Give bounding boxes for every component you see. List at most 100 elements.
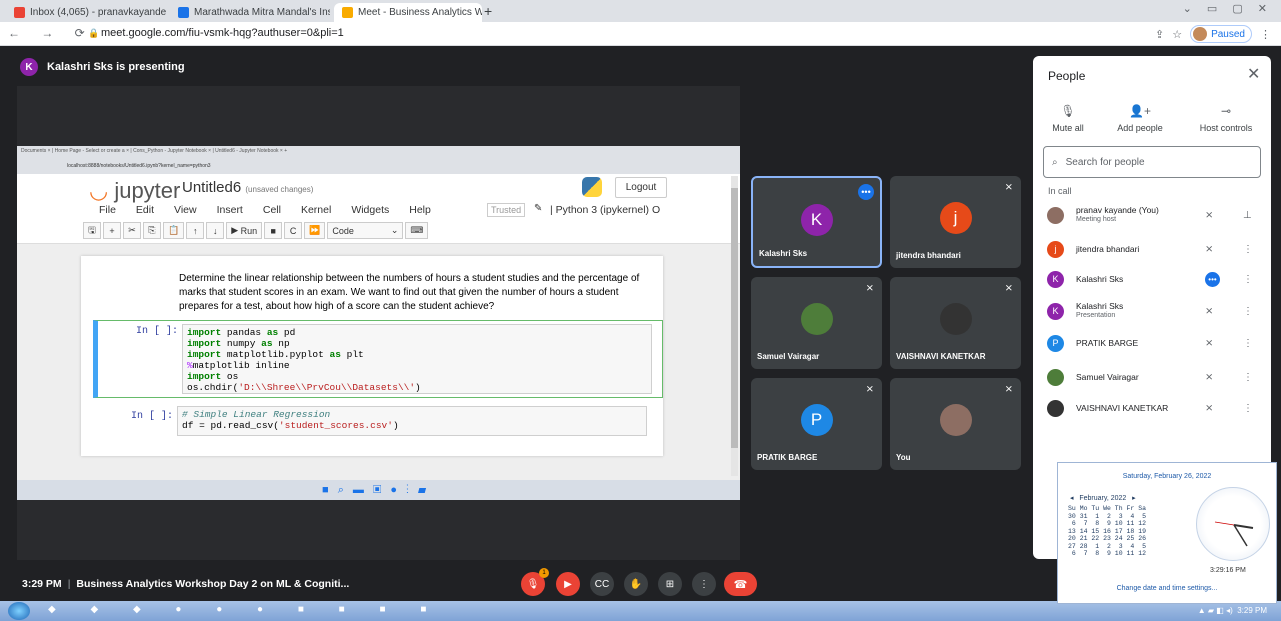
- more-options-button[interactable]: ⋮: [692, 572, 716, 596]
- more-icon[interactable]: ⋮: [1243, 274, 1253, 285]
- python-logo-icon: [582, 177, 602, 197]
- jupyter-toolbar: 🖫 + ✂ ⎘ 📋 ↑ ↓ ▶ Run ■ C ⏩ Code ⌄ ⌨: [83, 222, 429, 239]
- camera-off-button[interactable]: ▶: [556, 572, 580, 596]
- more-icon[interactable]: ⋮: [1260, 28, 1271, 41]
- end-call-button[interactable]: ☎: [724, 572, 757, 596]
- list-item[interactable]: P PRATIK BARGE ⨯ ⋮: [1047, 330, 1259, 356]
- present-button[interactable]: ⊞: [658, 572, 682, 596]
- more-options-icon[interactable]: •••: [858, 184, 874, 200]
- more-icon[interactable]: ⋮: [1243, 306, 1253, 317]
- window-controls[interactable]: ⌄ ▭ ▢ ✕: [1183, 2, 1273, 15]
- lock-icon[interactable]: 🔒: [88, 28, 99, 39]
- logout-button: Logout: [615, 177, 667, 198]
- more-options-icon[interactable]: •••: [1205, 271, 1220, 287]
- avatar: [1047, 399, 1064, 417]
- markdown-cell: Determine the linear relationship betwee…: [179, 273, 640, 312]
- calendar-month: ◂ February, 2022 ▸: [1070, 495, 1136, 502]
- participant-role: Meeting host: [1076, 216, 1117, 223]
- tab-gmail[interactable]: Inbox (4,065) - pranavkayande0 ×: [6, 3, 166, 22]
- star-icon[interactable]: ☆: [1172, 28, 1182, 41]
- participant-tile[interactable]: ⨯ P PRATIK BARGE: [751, 378, 882, 470]
- taskbar-icons: ■ ⌕ ▬ ▣ ● ⋮ ▰: [322, 484, 430, 496]
- keyboard-icon: ⌨: [405, 222, 429, 239]
- share-icon[interactable]: ⇪: [1155, 28, 1164, 41]
- more-icon[interactable]: ⋮: [1243, 244, 1253, 255]
- browser-tab-strip: Inbox (4,065) - pranavkayande0 × Marathw…: [0, 0, 1281, 22]
- change-date-time-link[interactable]: Change date and time settings...: [1058, 585, 1276, 592]
- participant-name: Kalashri Sks: [1076, 301, 1124, 311]
- jupyter-header: ◡ jupyter Untitled6 (unsaved changes) Lo…: [17, 174, 740, 244]
- date-link[interactable]: Saturday, February 26, 2022: [1058, 473, 1276, 480]
- list-item[interactable]: K Kalashri Sks Presentation ⨯ ⋮: [1047, 298, 1259, 324]
- more-icon[interactable]: ⋮: [1243, 338, 1253, 349]
- more-icon[interactable]: ⋮: [1243, 372, 1253, 383]
- participant-name: Samuel Vairagar: [757, 352, 820, 361]
- scrollbar: [731, 176, 738, 476]
- search-input[interactable]: ⌕ Search for people: [1043, 146, 1261, 178]
- add-people-button[interactable]: 👤+ Add people: [1105, 104, 1175, 133]
- meeting-title[interactable]: Business Analytics Workshop Day 2 on ML …: [76, 578, 349, 590]
- close-icon[interactable]: ✕: [1247, 64, 1260, 84]
- participant-tile[interactable]: ⨯ j jitendra bhandari: [890, 176, 1021, 268]
- participant-tile[interactable]: ⨯ You: [890, 378, 1021, 470]
- pin-icon[interactable]: ⊥: [1243, 210, 1252, 221]
- section-label: In call: [1048, 186, 1072, 196]
- mic-off-icon: ⨯: [1004, 182, 1013, 193]
- mic-off-icon: ⨯: [1205, 402, 1214, 414]
- participant-name: Samuel Vairagar: [1076, 372, 1139, 382]
- control-label: Add people: [1117, 123, 1163, 133]
- presenting-banner: K Kalashri Sks is presenting: [20, 58, 185, 76]
- fast-forward-icon: ⏩: [304, 222, 326, 239]
- tab-title: Inbox (4,065) - pranavkayande0: [30, 7, 166, 18]
- mic-off-icon: ⨯: [1004, 384, 1013, 395]
- list-item[interactable]: VAISHNAVI KANETKAR ⨯ ⋮: [1047, 395, 1259, 421]
- raise-hand-button[interactable]: ✋: [624, 572, 648, 596]
- avatar: K: [20, 58, 38, 76]
- clock-popup: Saturday, February 26, 2022 ◂ February, …: [1057, 462, 1277, 604]
- mute-all-button[interactable]: 🎙 Mute all: [1033, 104, 1103, 133]
- taskbar-icons[interactable]: ◆ ◆ ◆ ● ● ● ■ ■ ■ ■: [48, 604, 442, 615]
- calendar-grid[interactable]: Su Mo Tu We Th Fr Sa 30 31 1 2 3 4 5 6 7…: [1068, 505, 1146, 558]
- start-button[interactable]: [8, 602, 30, 620]
- list-item[interactable]: K Kalashri Sks ••• ⋮: [1047, 266, 1259, 292]
- participant-name: jitendra bhandari: [1076, 244, 1140, 254]
- address-bar: ← → ⟳ 🔒 meet.google.com/fiu-vsmk-hqg?aut…: [0, 22, 1281, 46]
- tab-mmm[interactable]: Marathwada Mitra Mandal's Insti ×: [170, 3, 330, 22]
- copy-icon: ⎘: [143, 222, 161, 239]
- toggle-icon: ⊸: [1220, 104, 1232, 118]
- avatar: K: [1047, 302, 1064, 320]
- url-field[interactable]: meet.google.com/fiu-vsmk-hqg?authuser=0&…: [101, 27, 344, 39]
- participant-tile[interactable]: ⨯ Samuel Vairagar: [751, 277, 882, 369]
- meeting-details: 3:29 PM | Business Analytics Workshop Day …: [22, 578, 350, 590]
- cell-type-select: Code ⌄: [327, 222, 404, 239]
- system-tray[interactable]: ▲ ▰ ◧ ◂) 3:29 PM: [1198, 606, 1267, 615]
- classroom-icon: [178, 7, 189, 18]
- nav-buttons[interactable]: ← → ⟳: [8, 26, 94, 40]
- mic-off-icon: ⨯: [1205, 337, 1214, 349]
- control-label: Host controls: [1199, 123, 1253, 133]
- tab-meet[interactable]: Meet - Business Analytics Wo ×: [334, 3, 482, 22]
- restart-icon: C: [284, 222, 303, 239]
- participant-tile[interactable]: ••• K Kalashri Sks: [751, 176, 882, 268]
- banner-text: Kalashri Sks is presenting: [47, 61, 185, 73]
- gmail-icon: [14, 7, 25, 18]
- list-item[interactable]: pranav kayande (You) Meeting host ⨯ ⊥: [1047, 202, 1259, 228]
- participant-tile[interactable]: ⨯ VAISHNAVI KANETKAR: [890, 277, 1021, 369]
- notification-badge: 1: [539, 568, 549, 578]
- more-icon[interactable]: ⋮: [1243, 403, 1253, 414]
- search-icon: ⌕: [1052, 156, 1058, 168]
- mic-off-icon: ⨯: [1205, 243, 1214, 255]
- move-down-icon: ↓: [206, 222, 225, 239]
- profile-button[interactable]: Paused: [1190, 25, 1252, 43]
- menu-help: Help: [409, 204, 431, 216]
- participant-name: You: [896, 453, 911, 462]
- list-item[interactable]: j jitendra bhandari ⨯ ⋮: [1047, 236, 1259, 262]
- captions-button[interactable]: CC: [590, 572, 614, 596]
- menu-kernel: Kernel: [300, 204, 332, 216]
- host-controls-button[interactable]: ⊸ Host controls: [1191, 104, 1261, 133]
- avatar: [1193, 27, 1208, 41]
- new-tab-button[interactable]: +: [484, 3, 492, 19]
- list-item[interactable]: Samuel Vairagar ⨯ ⋮: [1047, 364, 1259, 390]
- tab-title: Meet - Business Analytics Wo: [358, 7, 482, 18]
- windows-taskbar: ◆ ◆ ◆ ● ● ● ■ ■ ■ ■ ▲ ▰ ◧ ◂) 3:29 PM: [0, 601, 1281, 621]
